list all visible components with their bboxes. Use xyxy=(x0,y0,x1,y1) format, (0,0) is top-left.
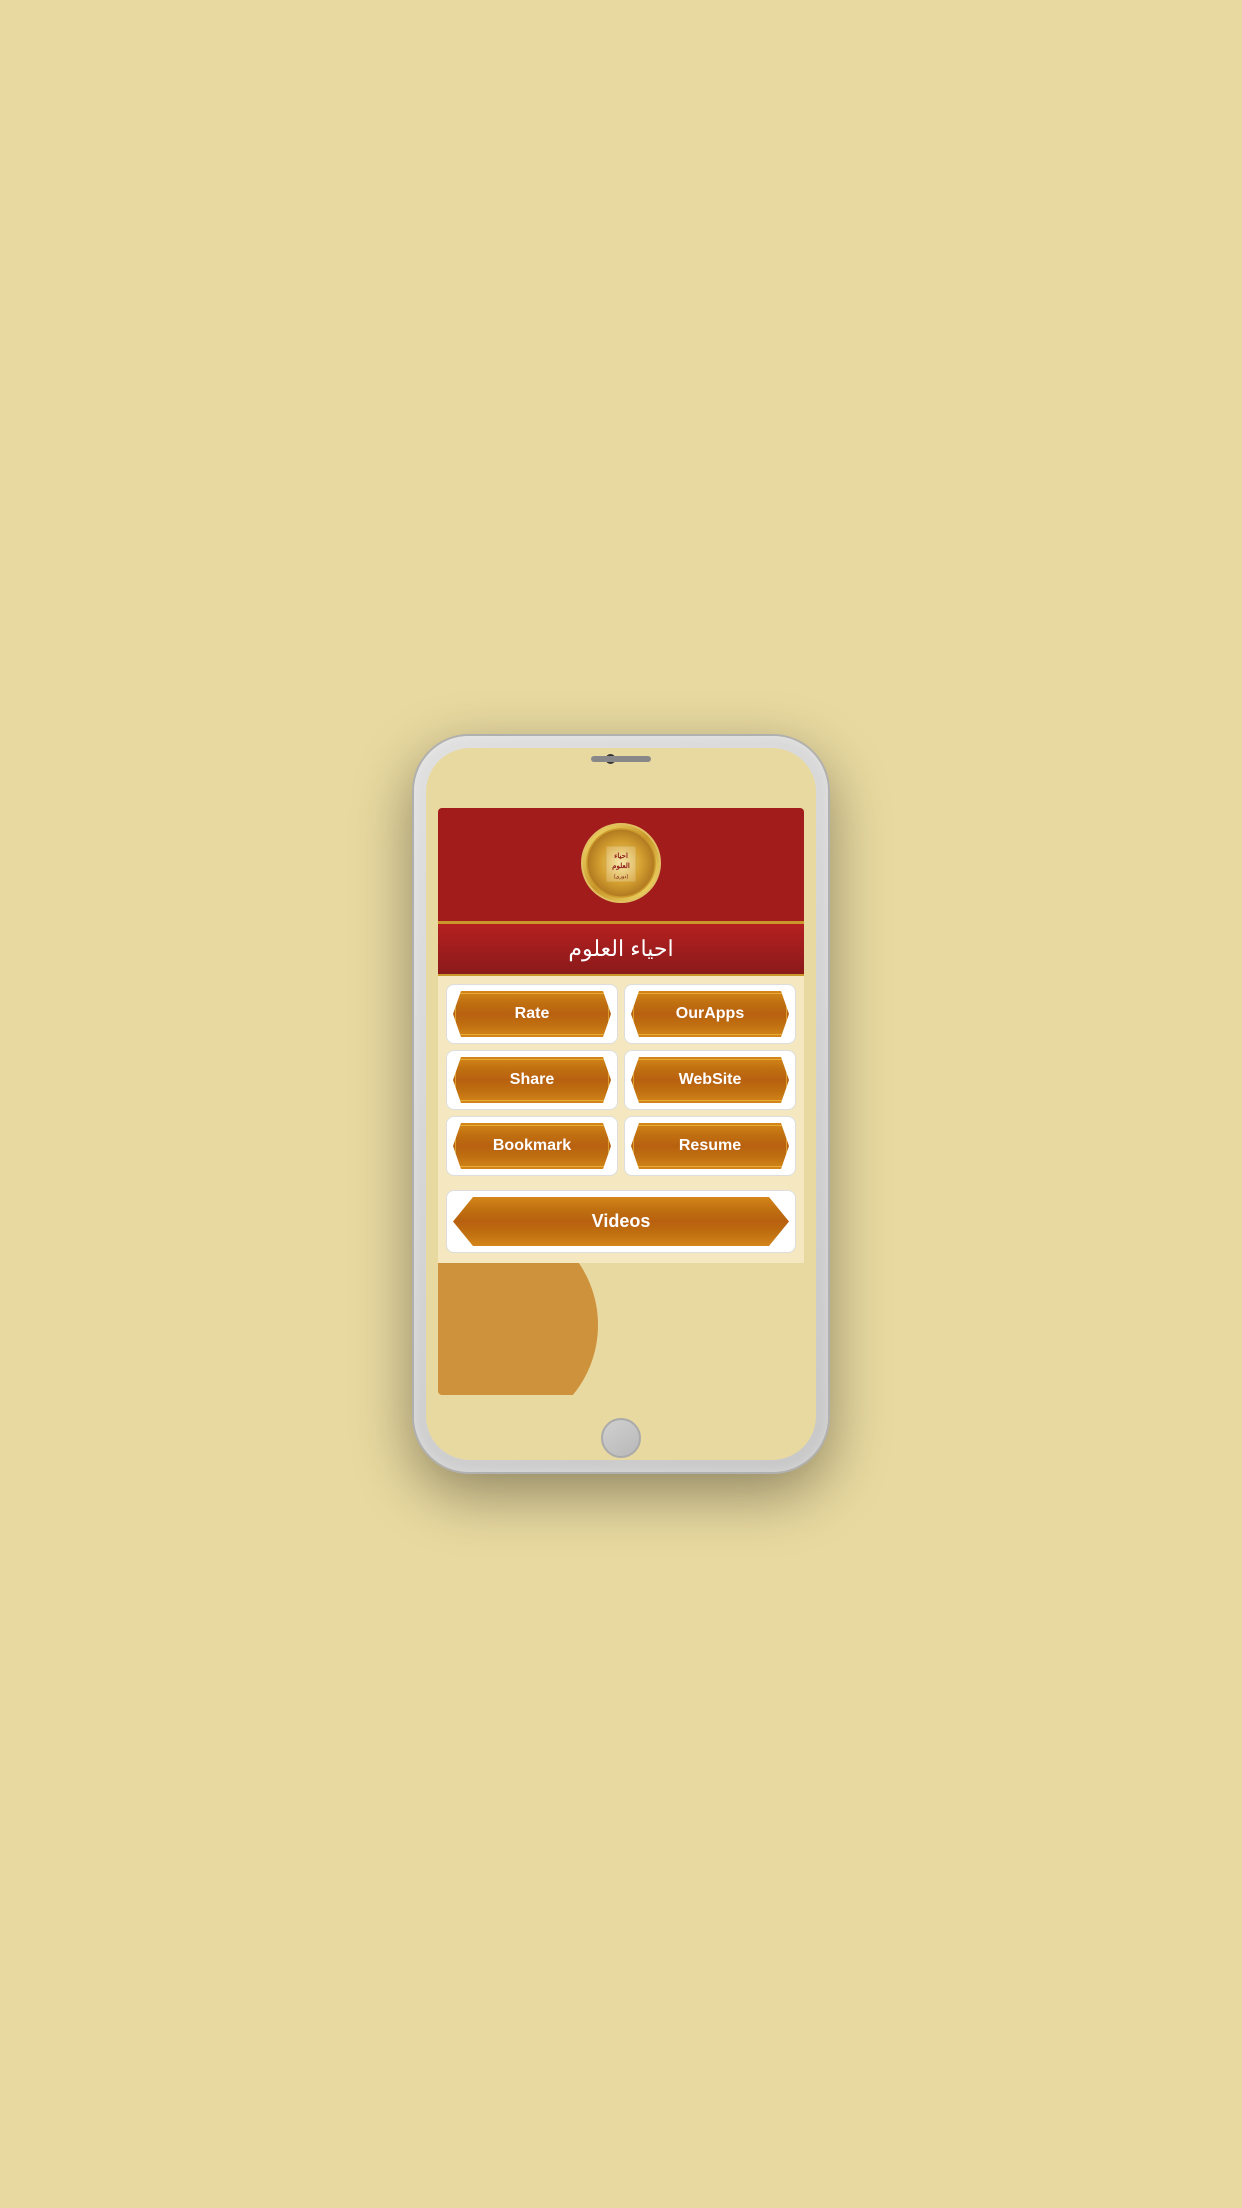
buttons-grid: Rate OurApps Share WebSite Bookmark xyxy=(438,976,804,1184)
svg-text:العلوم: العلوم xyxy=(612,862,630,870)
app-title: احیاء العلوم xyxy=(568,936,673,961)
videos-cell: Videos xyxy=(446,1190,796,1253)
videos-button[interactable]: Videos xyxy=(453,1197,789,1246)
phone-inner: احیاء العلوم (دوری) احیاء العلوم Rate xyxy=(426,748,816,1460)
phone-frame: احیاء العلوم (دوری) احیاء العلوم Rate xyxy=(414,736,828,1472)
share-cell: Share xyxy=(446,1050,618,1110)
bookmark-cell: Bookmark xyxy=(446,1116,618,1176)
videos-row: Videos xyxy=(438,1184,804,1263)
app-header: احیاء العلوم (دوری) xyxy=(438,808,804,924)
svg-text:احیاء: احیاء xyxy=(614,852,628,860)
screen: احیاء العلوم (دوری) احیاء العلوم Rate xyxy=(438,808,804,1395)
screen-content: احیاء العلوم (دوری) احیاء العلوم Rate xyxy=(438,808,804,1395)
ourapps-cell: OurApps xyxy=(624,984,796,1044)
logo-svg: احیاء العلوم (دوری) xyxy=(586,828,656,898)
app-logo: احیاء العلوم (دوری) xyxy=(581,823,661,903)
resume-cell: Resume xyxy=(624,1116,796,1176)
share-button[interactable]: Share xyxy=(453,1057,611,1103)
bookmark-button[interactable]: Bookmark xyxy=(453,1123,611,1169)
rate-button[interactable]: Rate xyxy=(453,991,611,1037)
svg-text:(دوری): (دوری) xyxy=(614,874,629,880)
phone-speaker xyxy=(591,756,651,762)
home-button[interactable] xyxy=(601,1418,641,1458)
website-cell: WebSite xyxy=(624,1050,796,1110)
bottom-area xyxy=(438,1263,804,1395)
ourapps-button[interactable]: OurApps xyxy=(631,991,789,1037)
resume-button[interactable]: Resume xyxy=(631,1123,789,1169)
rate-cell: Rate xyxy=(446,984,618,1044)
decorative-circle xyxy=(438,1263,598,1395)
title-bar: احیاء العلوم xyxy=(438,924,804,976)
website-button[interactable]: WebSite xyxy=(631,1057,789,1103)
